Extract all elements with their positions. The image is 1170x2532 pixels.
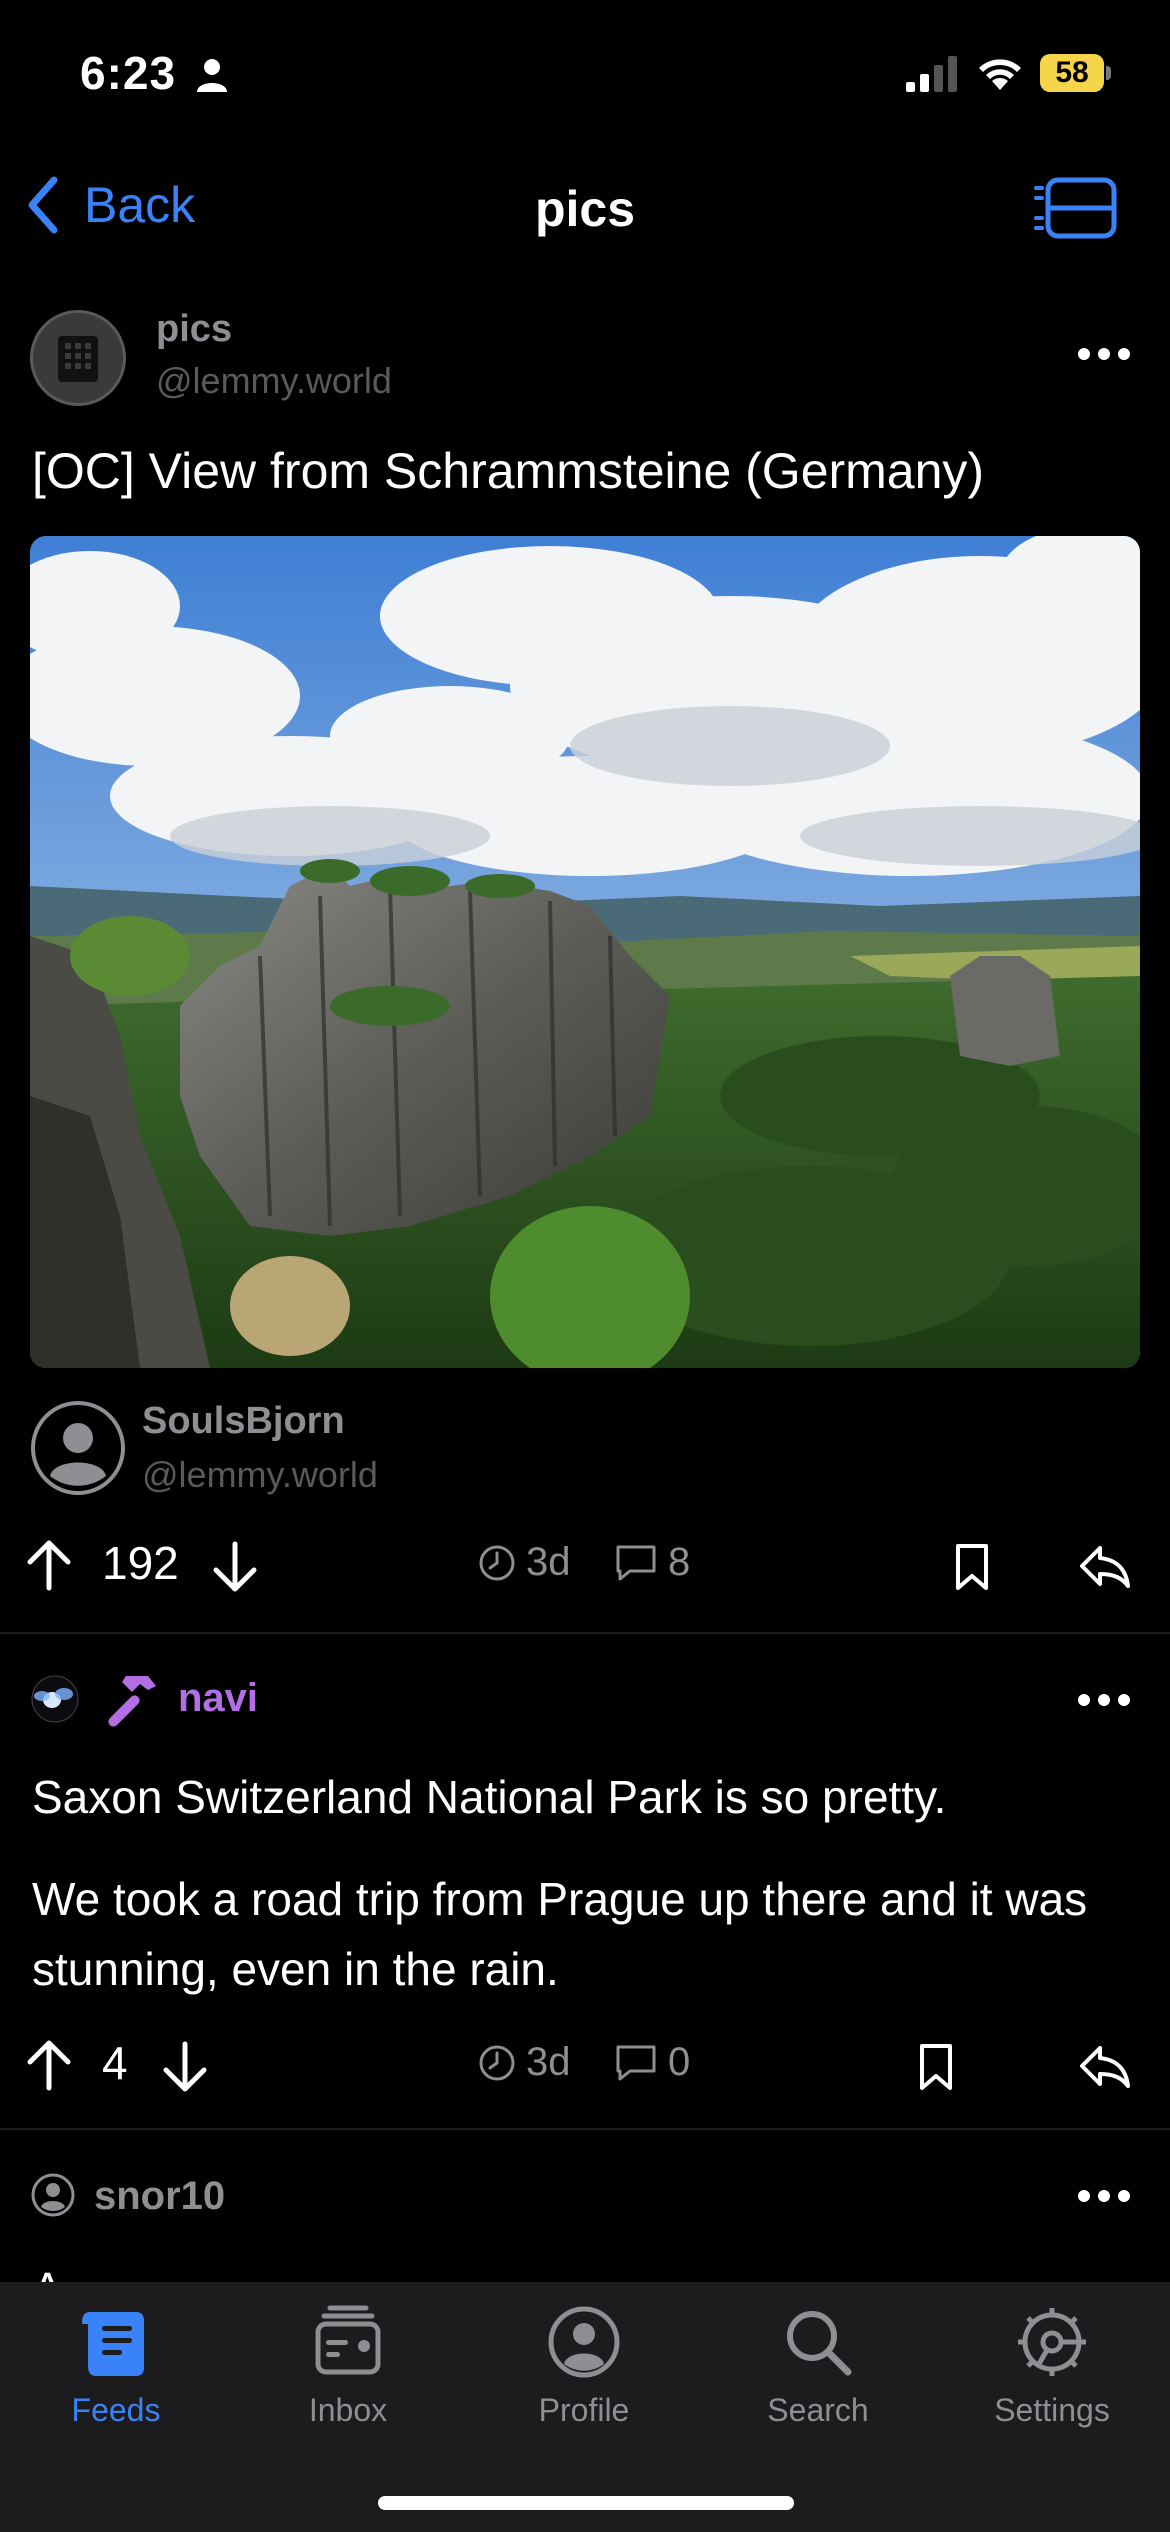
post-age: 3d (478, 1540, 571, 1585)
comment-bubble-icon (616, 2045, 656, 2080)
feeds-icon (82, 2312, 144, 2376)
downvote-arrow-icon[interactable] (162, 2040, 208, 2094)
landscape-photo (30, 536, 1140, 1368)
divider (0, 1632, 1170, 1634)
downvote-arrow-icon[interactable] (212, 1540, 258, 1594)
tab-label: Search (767, 2392, 869, 2428)
tab-settings[interactable]: Settings (952, 2302, 1152, 2429)
community-header[interactable]: pics @lemmy.world (30, 306, 1140, 406)
post-author[interactable]: SoulsBjorn @lemmy.world (30, 1400, 830, 1500)
user-avatar-icon (31, 1401, 125, 1495)
reply-icon[interactable] (1078, 1542, 1132, 1590)
comment-score: 4 (102, 2037, 128, 2089)
post-layout-icon[interactable] (1034, 176, 1118, 240)
tab-inbox[interactable]: Inbox (248, 2302, 448, 2429)
bookmark-icon[interactable] (954, 1542, 990, 1592)
tab-feeds[interactable]: Feeds (16, 2302, 216, 2429)
comment-reply-count[interactable]: 0 (614, 2040, 690, 2085)
tab-label: Feeds (71, 2392, 161, 2428)
person-icon (197, 59, 227, 92)
tab-label: Profile (538, 2392, 630, 2428)
tab-search[interactable]: Search (718, 2302, 918, 2429)
comment-age-label: 3d (526, 2040, 571, 2084)
tab-bar: Feeds Inbox Profile Search Settings (0, 2282, 1170, 2532)
more-options-icon[interactable] (1076, 1690, 1132, 1710)
author-name[interactable]: SoulsBjorn (142, 1400, 345, 1443)
comment-header: navi (30, 1666, 1140, 1736)
post-image[interactable] (30, 536, 1140, 1368)
cellular-signal-icon (906, 56, 957, 92)
hammer-icon (108, 1676, 156, 1727)
community-avatar[interactable] (30, 310, 126, 406)
upvote-arrow-icon[interactable] (26, 1538, 72, 1592)
comment-age: 3d (478, 2040, 571, 2085)
battery-tip (1106, 66, 1111, 80)
comment-bubble-icon (616, 1545, 656, 1580)
divider (0, 2128, 1170, 2130)
battery-level: 58 (1040, 54, 1104, 92)
more-options-icon[interactable] (1076, 2186, 1132, 2206)
battery-indicator: 58 (1040, 54, 1111, 94)
status-time: 6:23 (80, 47, 177, 99)
settings-icon (1018, 2308, 1086, 2376)
upvote-arrow-icon[interactable] (26, 2038, 72, 2092)
comment-paragraph: Saxon Switzerland National Park is so pr… (32, 1771, 947, 1823)
comment-author[interactable]: navi (178, 1676, 258, 1721)
home-indicator (378, 2496, 794, 2510)
more-options-icon[interactable] (1076, 344, 1132, 364)
author-instance: @lemmy.world (142, 1454, 378, 1495)
clock-icon (479, 1545, 515, 1580)
bookmark-icon[interactable] (918, 2042, 954, 2092)
clock-icon (479, 2045, 515, 2080)
comment-action-bar: 4 3d 0 (0, 2026, 1170, 2106)
post-age-label: 3d (526, 1540, 571, 1584)
post-action-bar: 192 3d 8 (0, 1526, 1170, 1606)
inbox-icon (315, 2305, 381, 2375)
user-avatar-icon[interactable] (30, 2172, 76, 2218)
status-bar: 6:23 58 (0, 0, 1170, 150)
fairy-avatar-icon[interactable] (30, 1674, 80, 1724)
tab-label: Inbox (308, 2392, 388, 2428)
community-name[interactable]: pics (156, 308, 232, 351)
community-instance: @lemmy.world (156, 360, 392, 401)
reply-icon[interactable] (1078, 2042, 1132, 2090)
tab-label: Settings (994, 2392, 1110, 2428)
comment-author[interactable]: snor10 (94, 2174, 225, 2219)
search-icon (787, 2311, 852, 2376)
post-title[interactable]: [OC] View from Schrammsteine (Germany) (32, 440, 1142, 502)
navigation-bar: Back pics (0, 160, 1170, 250)
building-icon (58, 336, 98, 382)
reply-count-label: 0 (668, 2040, 691, 2084)
wifi-icon (979, 59, 1021, 90)
post-comment-count[interactable]: 8 (614, 1540, 690, 1585)
comment-header: snor10 (30, 2162, 1140, 2232)
tab-profile[interactable]: Profile (484, 2302, 684, 2429)
page-title: pics (534, 181, 636, 237)
comment-count-label: 8 (668, 1540, 691, 1584)
post-score: 192 (102, 1537, 179, 1589)
comment-paragraph: We took a road trip from Prague up there… (32, 1873, 1088, 1995)
profile-icon (548, 2306, 620, 2378)
